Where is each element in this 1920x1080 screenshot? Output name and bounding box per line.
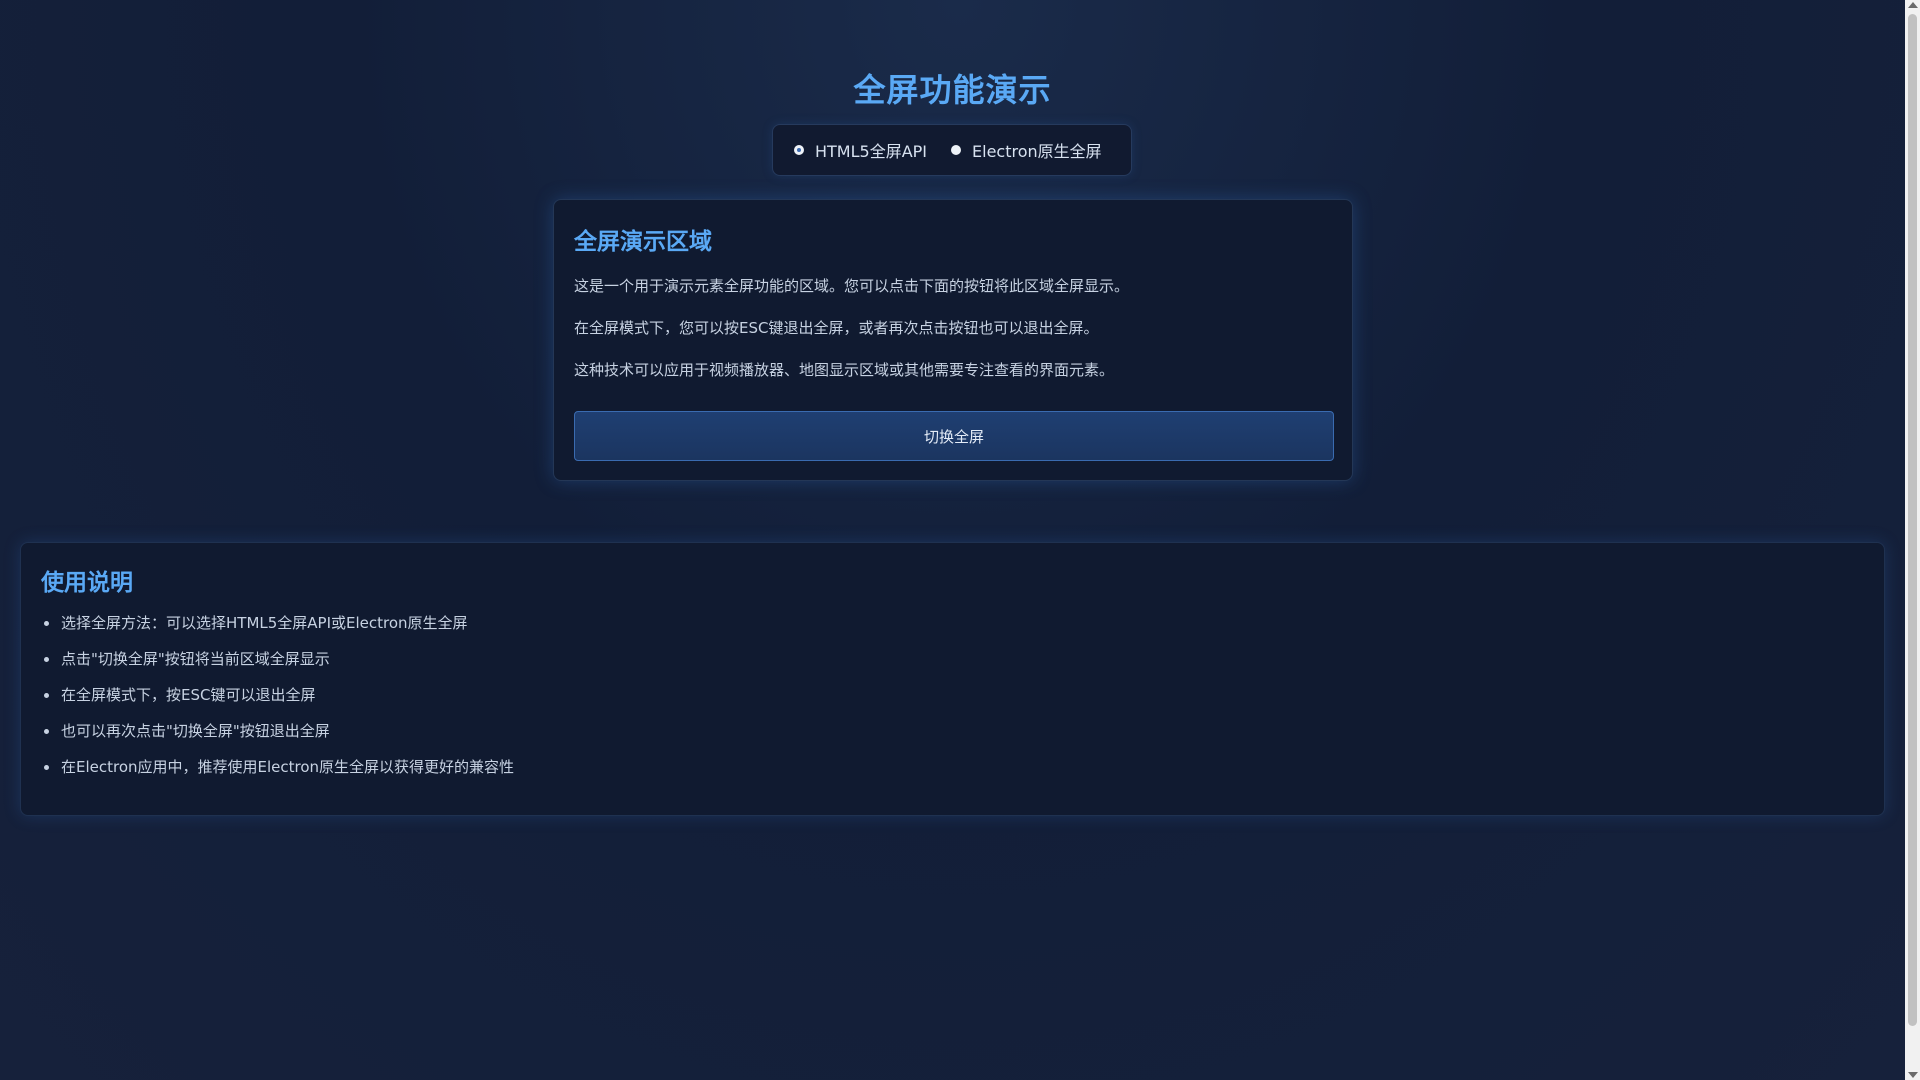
- fullscreen-method-selector: HTML5全屏API Electron原生全屏: [772, 124, 1132, 176]
- demo-paragraph: 这种技术可以应用于视频播放器、地图显示区域或其他需要专注查看的界面元素。: [574, 361, 1115, 379]
- radio-label-html5: HTML5全屏API: [815, 142, 928, 161]
- demo-area-title: 全屏演示区域: [574, 229, 712, 255]
- fullscreen-demo-area: 全屏演示区域 这是一个用于演示元素全屏功能的区域。您可以点击下面的按钮将此区域全…: [553, 199, 1353, 481]
- vertical-scrollbar[interactable]: [1905, 0, 1920, 1080]
- scrollbar-thumb[interactable]: [1908, 14, 1917, 1026]
- demo-paragraph: 这是一个用于演示元素全屏功能的区域。您可以点击下面的按钮将此区域全屏显示。: [574, 277, 1130, 295]
- toggle-fullscreen-button[interactable]: 切换全屏: [574, 411, 1334, 461]
- list-item: 点击"切换全屏"按钮将当前区域全屏显示: [41, 649, 1864, 685]
- list-item-text: 选择全屏方法：可以选择HTML5全屏API或Electron原生全屏: [61, 614, 468, 632]
- list-item: 在全屏模式下，按ESC键可以退出全屏: [41, 685, 1864, 721]
- instructions-panel: 使用说明 选择全屏方法：可以选择HTML5全屏API或Electron原生全屏 …: [20, 542, 1885, 816]
- bullet-icon: [44, 657, 49, 662]
- radio-checked-icon[interactable]: [794, 145, 804, 155]
- list-item-text: 也可以再次点击"切换全屏"按钮退出全屏: [61, 722, 330, 740]
- list-item-text: 在Electron应用中，推荐使用Electron原生全屏以获得更好的兼容性: [61, 758, 515, 776]
- instructions-list: 选择全屏方法：可以选择HTML5全屏API或Electron原生全屏 点击"切换…: [41, 613, 1864, 793]
- list-item: 在Electron应用中，推荐使用Electron原生全屏以获得更好的兼容性: [41, 757, 1864, 793]
- radio-unchecked-icon[interactable]: [951, 145, 962, 155]
- radio-option-electron[interactable]: Electron原生全屏: [951, 138, 1102, 162]
- list-item: 选择全屏方法：可以选择HTML5全屏API或Electron原生全屏: [41, 613, 1864, 649]
- instructions-title: 使用说明: [41, 570, 133, 596]
- bullet-icon: [44, 729, 49, 734]
- list-item-text: 在全屏模式下，按ESC键可以退出全屏: [61, 686, 316, 704]
- list-item-text: 点击"切换全屏"按钮将当前区域全屏显示: [61, 650, 330, 668]
- list-item: 也可以再次点击"切换全屏"按钮退出全屏: [41, 721, 1864, 757]
- radio-label-electron: Electron原生全屏: [972, 142, 1102, 161]
- bullet-icon: [44, 621, 49, 626]
- scroll-up-arrow-icon[interactable]: [1908, 2, 1918, 8]
- bullet-icon: [44, 693, 49, 698]
- page-title: 全屏功能演示: [853, 71, 1052, 110]
- radio-option-html5[interactable]: HTML5全屏API: [794, 138, 927, 162]
- scroll-down-arrow-icon[interactable]: [1908, 1072, 1918, 1078]
- demo-paragraph: 在全屏模式下，您可以按ESC键退出全屏，或者再次点击按钮也可以退出全屏。: [574, 319, 1099, 337]
- bullet-icon: [44, 765, 49, 770]
- page: 全屏功能演示 HTML5全屏API Electron原生全屏 全屏演示区域 这是…: [0, 0, 1905, 1080]
